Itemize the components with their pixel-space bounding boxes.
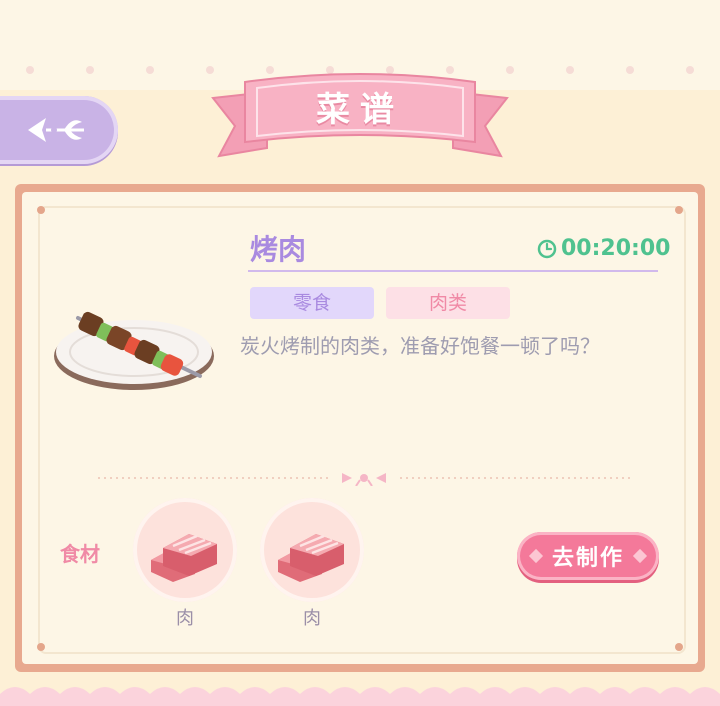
ingredients-label: 食材 [60, 542, 100, 566]
kebab-dish-image [54, 311, 214, 390]
ornate-back-arrow-icon [28, 118, 84, 142]
tag-meat: 肉类 [386, 287, 510, 319]
corner-rivet [675, 643, 683, 651]
ingredient-slot[interactable] [260, 498, 364, 602]
recipe-name: 烤肉 [250, 233, 307, 266]
tag-snack: 零食 [250, 287, 374, 319]
title-underline [248, 270, 658, 272]
corner-rivet [37, 206, 45, 214]
go-make-button[interactable]: 去制作 [517, 532, 659, 580]
corner-rivet [675, 206, 683, 214]
cook-timer: 00:20:00 [537, 236, 670, 261]
diamond-ornament-icon [528, 548, 544, 564]
corner-rivet [37, 643, 45, 651]
lace-trim-bottom [0, 687, 720, 706]
meat-slab-icon [151, 534, 217, 582]
dotted-divider [98, 473, 630, 486]
ingredient-name: 肉 [176, 608, 194, 629]
recipe-description: 炭火烤制的肉类，准备好饱餐一顿了吗？ [240, 334, 600, 358]
cook-time-value: 00:20:00 [561, 236, 671, 261]
page-title: 菜谱 [316, 90, 404, 130]
meat-slab-icon [278, 534, 344, 582]
back-button[interactable] [0, 96, 118, 164]
ingredient-slot[interactable] [133, 498, 237, 602]
clock-icon [537, 239, 557, 258]
diamond-ornament-icon [632, 548, 648, 564]
ingredient-name: 肉 [303, 608, 321, 629]
title-ribbon: 菜谱 [205, 68, 515, 166]
go-make-label: 去制作 [551, 546, 624, 571]
